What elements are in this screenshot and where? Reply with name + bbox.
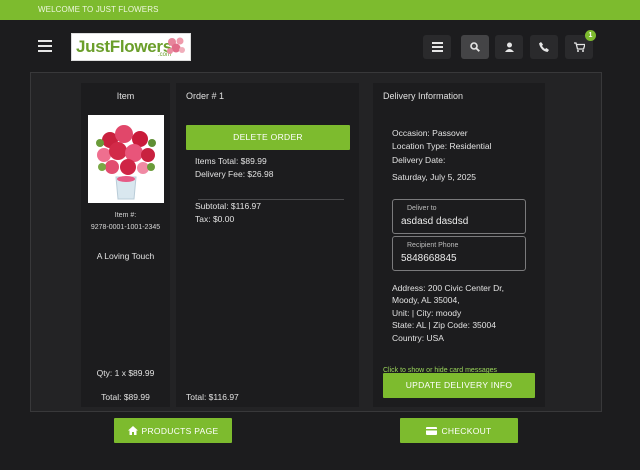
- delivery-info-title: Delivery Information: [383, 91, 464, 101]
- address-line: Unit: | City: moody: [392, 308, 462, 318]
- recipient-phone-field[interactable]: Recipient Phone 5848668845: [392, 236, 526, 271]
- item-number: 9278-0001-1001-2345: [90, 224, 161, 231]
- subtotal: Subtotal: $116.97: [195, 201, 262, 211]
- cart-icon: [573, 42, 585, 52]
- tax: Tax: $0.00: [195, 214, 235, 224]
- phone-button[interactable]: [530, 35, 558, 59]
- item-quantity: Qty: 1 x $89.99: [96, 368, 155, 378]
- menu-icon[interactable]: [38, 40, 52, 52]
- items-total: Items Total: $89.99: [195, 156, 267, 166]
- delivery-date: Saturday, July 5, 2025: [392, 172, 476, 182]
- flower-logo-icon: [167, 37, 185, 54]
- item-name: A Loving Touch: [96, 251, 155, 261]
- item-column-title: Item: [116, 91, 135, 101]
- products-page-label: PRODUCTS PAGE: [141, 425, 219, 436]
- order-number: Order # 1: [186, 91, 225, 101]
- search-button[interactable]: [461, 35, 489, 59]
- delete-order-button[interactable]: DELETE ORDER: [186, 125, 350, 150]
- order-column: Order # 1 DELETE ORDER Items Total: $89.…: [176, 83, 359, 407]
- product-image[interactable]: [88, 115, 164, 203]
- account-button[interactable]: [495, 35, 523, 59]
- item-number-label: Item #:: [114, 212, 137, 219]
- phone-icon: [539, 42, 549, 52]
- products-page-button[interactable]: PRODUCTS PAGE: [114, 418, 232, 443]
- bouquet-image: [88, 115, 164, 203]
- update-delivery-button[interactable]: UPDATE DELIVERY INFO: [383, 373, 535, 398]
- home-icon: [127, 426, 138, 435]
- delivery-column: Delivery Information Occasion: Passover …: [373, 83, 545, 407]
- list-menu-button[interactable]: [423, 35, 451, 59]
- deliver-to-field[interactable]: Deliver to asdasd dasdsd: [392, 199, 526, 234]
- deliver-to-value: asdasd dasdsd: [401, 216, 469, 227]
- delivery-date-label: Delivery Date:: [392, 155, 446, 165]
- credit-card-icon: [426, 426, 438, 435]
- site-header: JustFlowers .com 1: [0, 20, 640, 72]
- item-column: Item Item #: 9278-0001-1001-2345 A Lovin…: [81, 83, 170, 407]
- divider: [198, 199, 344, 200]
- location-type: Location Type: Residential: [392, 141, 492, 151]
- order-total: Total: $116.97: [186, 392, 239, 402]
- deliver-to-label: Deliver to: [407, 205, 437, 212]
- occasion: Occasion: Passover: [392, 128, 468, 138]
- recipient-phone-label: Recipient Phone: [407, 242, 459, 249]
- checkout-label: CHECKOUT: [441, 425, 492, 436]
- address-line: Moody, AL 35004,: [392, 295, 460, 305]
- address-line: Address: 200 Civic Center Dr,: [392, 283, 504, 293]
- order-panel: Item Item #: 9278-0001-1001-2345 A Lovin…: [30, 72, 602, 412]
- welcome-text: WELCOME TO JUST FLOWERS: [38, 5, 159, 14]
- recipient-phone-value: 5848668845: [401, 253, 457, 264]
- cart-button[interactable]: 1: [565, 30, 596, 59]
- item-total: Total: $89.99: [101, 392, 150, 402]
- address-line: State: AL | Zip Code: 35004: [392, 320, 496, 330]
- list-icon: [431, 42, 443, 52]
- welcome-bar: WELCOME TO JUST FLOWERS: [0, 0, 640, 20]
- address-line: Country: USA: [392, 333, 444, 343]
- site-logo[interactable]: JustFlowers .com: [71, 33, 191, 61]
- delivery-fee: Delivery Fee: $26.98: [195, 169, 274, 179]
- search-icon: [470, 42, 480, 52]
- cart-count-badge: 1: [585, 30, 596, 41]
- checkout-button[interactable]: CHECKOUT: [400, 418, 518, 443]
- user-icon: [504, 42, 514, 52]
